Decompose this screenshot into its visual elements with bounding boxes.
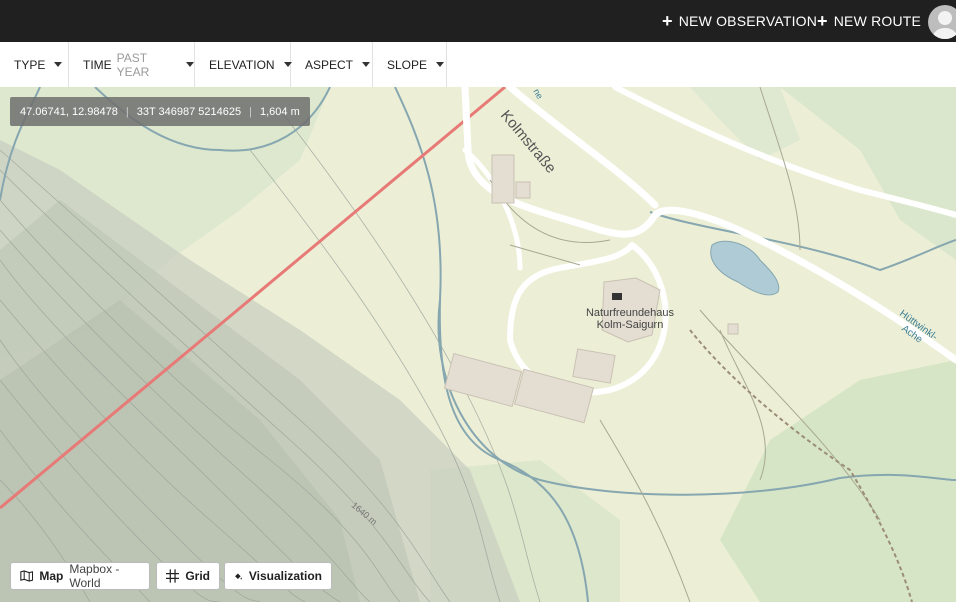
plus-icon: + [817, 11, 828, 31]
map-label: Map [39, 569, 64, 583]
new-route-label: NEW ROUTE [833, 13, 922, 29]
user-icon [933, 11, 956, 39]
grid-label: Grid [185, 569, 210, 583]
avatar[interactable] [928, 5, 956, 39]
coordinate-readout: 47.06741, 12.98478 | 33T 346987 5214625 … [10, 97, 310, 126]
map-source-label: Mapbox - World [69, 562, 120, 590]
latlon-value: 47.06741, 12.98478 [20, 105, 118, 118]
paint-bucket-icon [235, 572, 242, 580]
hut-label-line2: Kolm-Saigurn [596, 319, 664, 331]
new-route-button[interactable]: + NEW ROUTE [817, 0, 921, 42]
filter-time-label: TIME [83, 57, 112, 72]
filter-time[interactable]: TIME PAST YEAR [69, 42, 195, 87]
filter-type[interactable]: TYPE [0, 42, 69, 87]
hut-label-line1: Naturfreundehaus [585, 307, 675, 319]
filter-aspect-label: ASPECT [305, 57, 354, 72]
filter-elevation[interactable]: ELEVATION [195, 42, 292, 87]
filter-type-label: TYPE [14, 57, 46, 72]
filter-time-value: PAST YEAR [116, 50, 150, 79]
hut-label: Naturfreundehaus Kolm-Saigurn [560, 307, 700, 331]
caret-down-icon [54, 62, 63, 67]
utm-value: 33T 346987 5214625 [136, 105, 242, 118]
map-source-button[interactable]: Map Mapbox - World [10, 562, 150, 590]
top-bar: + NEW OBSERVATION + NEW ROUTE [0, 0, 956, 42]
elevation-value: 1,604 m [260, 105, 300, 118]
new-observation-button[interactable]: + NEW OBSERVATION [662, 0, 817, 42]
filter-aspect[interactable]: ASPECT [291, 42, 373, 87]
caret-down-icon [186, 62, 194, 67]
filter-slope[interactable]: SLOPE [373, 42, 447, 87]
map-layer [0, 87, 956, 602]
grid-button[interactable]: Grid [156, 562, 220, 590]
map-canvas[interactable]: Kolmstraße Naturfreundehaus Kolm-Saigurn… [0, 87, 956, 602]
filter-bar: TYPE TIME PAST YEAR ELEVATION ASPECT SLO… [0, 42, 956, 88]
visualization-label: Visualization [248, 569, 322, 583]
filter-elevation-label: ELEVATION [209, 57, 275, 72]
map-icon [20, 570, 34, 582]
plus-icon: + [662, 11, 673, 31]
caret-down-icon [436, 62, 445, 67]
caret-down-icon [362, 62, 371, 67]
grid-icon [166, 569, 180, 583]
separator: | [249, 105, 252, 118]
new-observation-label: NEW OBSERVATION [678, 13, 818, 29]
filter-slope-label: SLOPE [387, 57, 428, 72]
separator: | [125, 105, 129, 118]
visualization-button[interactable]: Visualization [224, 562, 332, 590]
